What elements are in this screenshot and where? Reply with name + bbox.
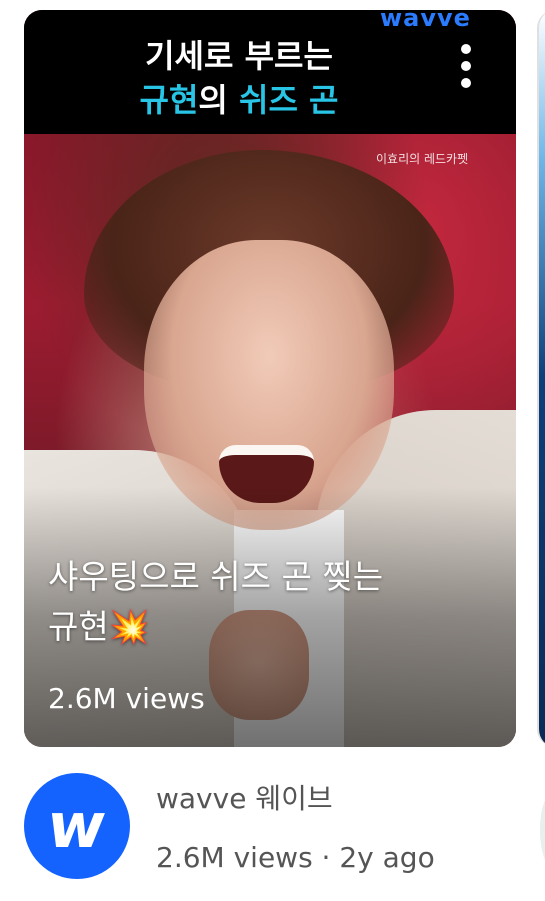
caption-line2: 규현💥: [48, 602, 488, 652]
brand-logo: wavve: [380, 10, 471, 32]
next-channel-avatar-edge[interactable]: [540, 790, 545, 870]
more-vert-icon[interactable]: [454, 44, 478, 96]
thumbnail-title-line2: 규현의 쉬즈 곤: [24, 80, 454, 120]
title-band: wavve 기세로 부르는 규현의 쉬즈 곤: [24, 10, 516, 134]
short-video-card[interactable]: wavve 기세로 부르는 규현의 쉬즈 곤 이효리의 레드카펫 샤우팅으로 쉬…: [24, 10, 516, 747]
next-card-edge[interactable]: [537, 10, 545, 747]
channel-avatar-letter: w: [43, 789, 111, 862]
channel-name[interactable]: wavve 웨이브: [156, 782, 333, 816]
video-caption: 샤우팅으로 쉬즈 곤 찢는 규현💥: [48, 552, 488, 652]
caption-line2-text: 규현: [48, 607, 109, 646]
title-highlight: 규현: [139, 81, 199, 119]
caption-line1: 샤우팅으로 쉬즈 곤 찢는: [48, 557, 384, 596]
channel-avatar[interactable]: w: [24, 773, 130, 879]
video-meta: 2.6M views · 2y ago: [156, 841, 435, 874]
explosion-emoji-icon: 💥: [108, 607, 150, 646]
title-connector: 의: [198, 81, 239, 119]
thumbnail-title-line1: 기세로 부르는: [145, 37, 333, 75]
show-label: 이효리의 레드카펫: [376, 152, 469, 166]
title-highlight-2: 쉬즈 곤: [239, 81, 339, 119]
overlay-view-count: 2.6M views: [48, 682, 205, 715]
